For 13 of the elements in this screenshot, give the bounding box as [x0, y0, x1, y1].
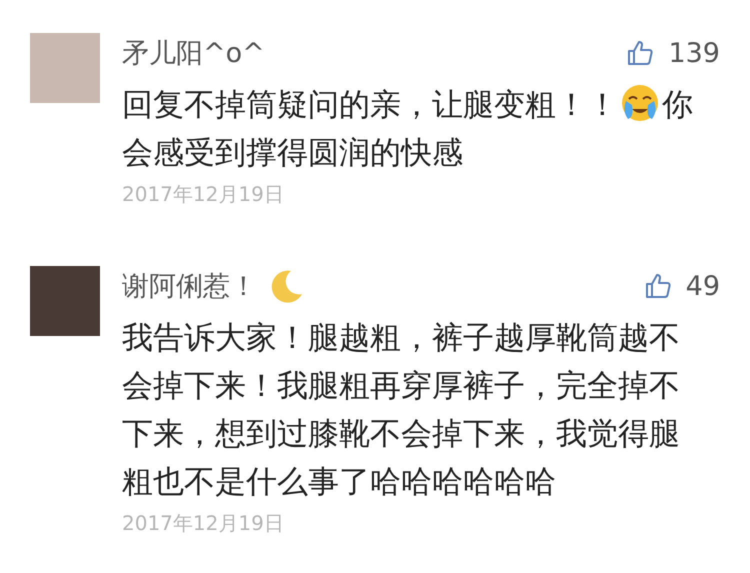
comment-date: 2017年12月19日 [122, 181, 285, 208]
thumbs-up-icon[interactable] [626, 39, 654, 67]
author-name[interactable]: 谢阿俐惹！ [122, 268, 257, 304]
like-count: 49 [686, 270, 720, 302]
comment-text: 会感受到撑得圆润的快感 [122, 135, 463, 171]
author-name[interactable]: 矛儿阳^o^ [122, 35, 265, 71]
comment-text: 我告诉大家！腿越粗，裤子越厚靴筒越不会掉下来！我腿粗再穿厚裤子，完全掉不下来，想到过膝靴不会掉下来，我觉得腿粗也不是什么事了哈哈哈哈哈哈 [122, 320, 680, 500]
crying-face-emoji-icon [620, 83, 660, 123]
thumbs-up-icon[interactable] [644, 272, 672, 300]
comment-text: 回复不掉筒疑问的亲，让腿变粗！！ [122, 87, 618, 123]
comment-text: 你 [662, 87, 693, 123]
comment-date: 2017年12月19日 [122, 510, 285, 537]
like-count: 139 [668, 38, 720, 68]
